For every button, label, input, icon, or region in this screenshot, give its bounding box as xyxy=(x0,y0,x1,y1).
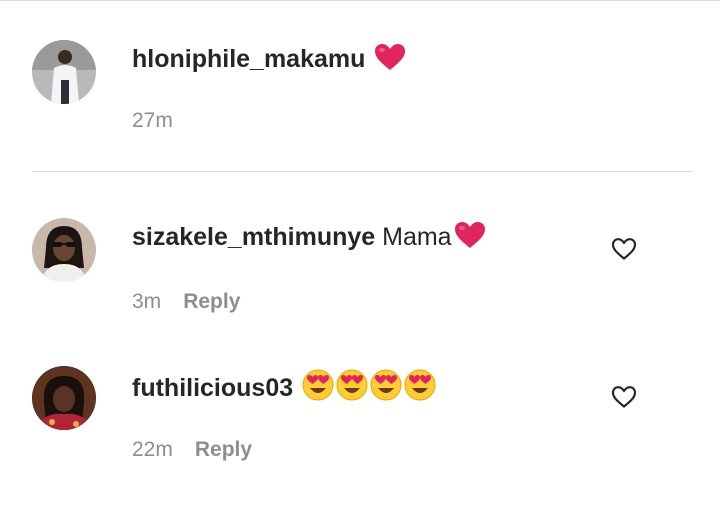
timestamp: 3m xyxy=(132,290,162,313)
comment-line: futhilicious03 xyxy=(132,369,438,408)
timestamp: 27m xyxy=(132,109,173,132)
comment-meta: 3m Reply xyxy=(132,289,240,315)
comment-text: Mama xyxy=(382,223,452,251)
comment-line: sizakele_mthimunye Mama xyxy=(132,221,486,256)
like-heart-icon[interactable] xyxy=(611,385,637,409)
username[interactable]: futhilicious03 xyxy=(132,374,293,402)
avatar[interactable] xyxy=(32,40,96,104)
divider xyxy=(32,171,692,172)
comment-meta: 27m xyxy=(132,108,173,134)
reply-button[interactable]: Reply xyxy=(195,438,252,461)
red-heart-emoji xyxy=(374,43,406,78)
avatar[interactable] xyxy=(32,366,96,430)
username[interactable]: hloniphile_makamu xyxy=(132,45,365,73)
timestamp: 22m xyxy=(132,438,173,461)
comment-line: hloniphile_makamu xyxy=(132,43,406,78)
heart-eyes-emoji xyxy=(302,369,438,408)
comment-meta: 22m Reply xyxy=(132,437,252,463)
reply-button[interactable]: Reply xyxy=(183,290,240,313)
like-heart-icon[interactable] xyxy=(611,237,637,261)
comments-panel: hloniphile_makamu 27m sizakele_mthimunye… xyxy=(0,0,720,509)
username[interactable]: sizakele_mthimunye xyxy=(132,223,375,251)
avatar[interactable] xyxy=(32,218,96,282)
red-heart-emoji xyxy=(454,221,486,256)
